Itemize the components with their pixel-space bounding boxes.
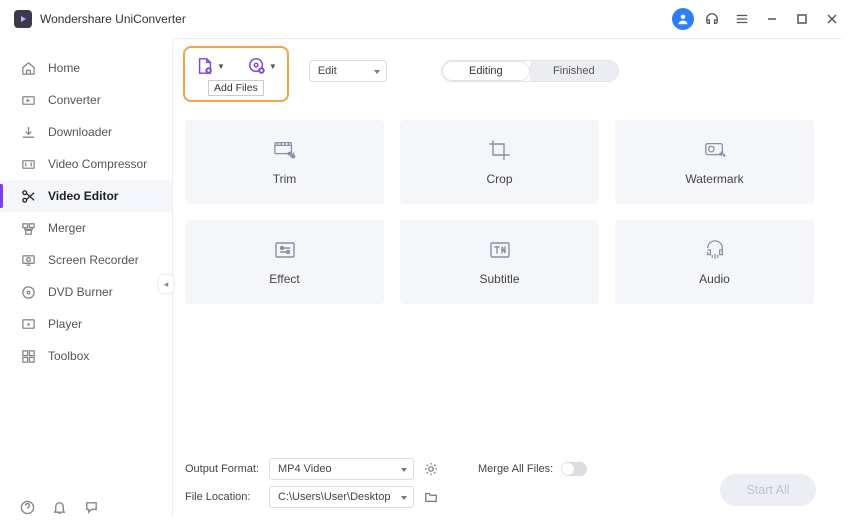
merge-label: Merge All Files:	[478, 463, 553, 475]
sidebar-item-downloader[interactable]: Downloader	[0, 116, 172, 148]
output-format-select[interactable]: MP4 Video	[269, 458, 414, 480]
open-folder-icon[interactable]	[422, 488, 440, 506]
edit-mode-select[interactable]: Edit	[309, 60, 387, 82]
compressor-icon	[20, 156, 36, 172]
card-label: Effect	[269, 272, 299, 286]
sidebar-item-toolbox[interactable]: Toolbox	[0, 340, 172, 372]
sidebar-item-player[interactable]: Player	[0, 308, 172, 340]
start-all-label: Start All	[746, 483, 789, 497]
settings-gear-icon[interactable]	[422, 460, 440, 478]
output-format-value: MP4 Video	[278, 463, 332, 475]
output-format-label: Output Format:	[185, 463, 261, 475]
sidebar-item-video-compressor[interactable]: Video Compressor	[0, 148, 172, 180]
support-icon[interactable]	[700, 7, 724, 31]
collapse-sidebar-button[interactable]: ◂	[159, 275, 173, 293]
sidebar-item-label: Toolbox	[48, 349, 89, 363]
sidebar-item-home[interactable]: Home	[0, 52, 172, 84]
card-trim[interactable]: Trim	[185, 120, 384, 204]
file-location-label: File Location:	[185, 491, 261, 503]
file-location-select[interactable]: C:\Users\User\Desktop	[269, 486, 414, 508]
card-watermark[interactable]: Watermark	[615, 120, 814, 204]
sidebar-item-label: Screen Recorder	[48, 253, 139, 267]
sidebar-item-video-editor[interactable]: Video Editor	[0, 180, 172, 212]
merger-icon	[20, 220, 36, 236]
sidebar-item-label: Merger	[48, 221, 86, 235]
sidebar-item-label: DVD Burner	[48, 285, 113, 299]
user-account-icon[interactable]	[672, 8, 694, 30]
seg-editing[interactable]: Editing	[442, 61, 530, 81]
download-icon	[20, 124, 36, 140]
card-label: Watermark	[685, 172, 743, 186]
sidebar-item-label: Home	[48, 61, 80, 75]
converter-icon	[20, 92, 36, 108]
sidebar-item-converter[interactable]: Converter	[0, 84, 172, 116]
file-location-value: C:\Users\User\Desktop	[278, 491, 390, 503]
help-icon[interactable]	[18, 498, 36, 516]
sidebar-item-label: Converter	[48, 93, 101, 107]
sidebar-item-label: Video Compressor	[48, 157, 147, 171]
sidebar-item-label: Downloader	[48, 125, 112, 139]
card-label: Audio	[699, 272, 730, 286]
watermark-icon	[703, 138, 727, 162]
toolbox-icon	[20, 348, 36, 364]
add-disc-button[interactable]: ▼	[247, 56, 277, 76]
feedback-icon[interactable]	[82, 498, 100, 516]
minimize-button[interactable]	[760, 7, 784, 31]
sidebar: Home Converter Downloader Video Compress…	[0, 38, 172, 526]
add-files-tooltip: Add Files	[208, 80, 264, 96]
seg-finished[interactable]: Finished	[530, 61, 618, 81]
merge-toggle[interactable]	[561, 462, 587, 476]
trim-icon	[273, 138, 297, 162]
card-subtitle[interactable]: Subtitle	[400, 220, 599, 304]
sidebar-item-dvd-burner[interactable]: DVD Burner	[0, 276, 172, 308]
card-label: Trim	[273, 172, 297, 186]
sidebar-item-merger[interactable]: Merger	[0, 212, 172, 244]
status-segmented: Editing Finished	[441, 60, 619, 82]
maximize-button[interactable]	[790, 7, 814, 31]
titlebar: Wondershare UniConverter	[0, 0, 850, 38]
notification-icon[interactable]	[50, 498, 68, 516]
audio-icon	[703, 238, 727, 262]
add-files-button[interactable]: ▼	[195, 56, 225, 76]
sidebar-item-screen-recorder[interactable]: Screen Recorder	[0, 244, 172, 276]
card-crop[interactable]: Crop	[400, 120, 599, 204]
add-files-highlight: ▼ ▼ Add Files	[183, 46, 289, 102]
card-label: Subtitle	[479, 272, 519, 286]
card-audio[interactable]: Audio	[615, 220, 814, 304]
hamburger-menu-icon[interactable]	[730, 7, 754, 31]
screen-recorder-icon	[20, 252, 36, 268]
card-effect[interactable]: Effect	[185, 220, 384, 304]
scissors-icon	[20, 188, 36, 204]
disc-icon	[20, 284, 36, 300]
close-button[interactable]	[820, 7, 844, 31]
main-panel: ▼ ▼ Add Files Edit Editing Finished	[172, 38, 842, 518]
home-icon	[20, 60, 36, 76]
add-disc-icon	[247, 56, 267, 76]
start-all-button[interactable]: Start All	[720, 474, 816, 506]
app-title: Wondershare UniConverter	[40, 12, 186, 26]
subtitle-icon	[488, 238, 512, 262]
crop-icon	[488, 138, 512, 162]
edit-mode-value: Edit	[318, 65, 337, 77]
app-logo	[14, 10, 32, 28]
chevron-down-icon: ▼	[217, 62, 225, 71]
sidebar-item-label: Player	[48, 317, 82, 331]
sidebar-item-label: Video Editor	[48, 189, 118, 203]
effect-icon	[273, 238, 297, 262]
add-file-icon	[195, 56, 215, 76]
chevron-down-icon: ▼	[269, 62, 277, 71]
player-icon	[20, 316, 36, 332]
card-label: Crop	[486, 172, 512, 186]
